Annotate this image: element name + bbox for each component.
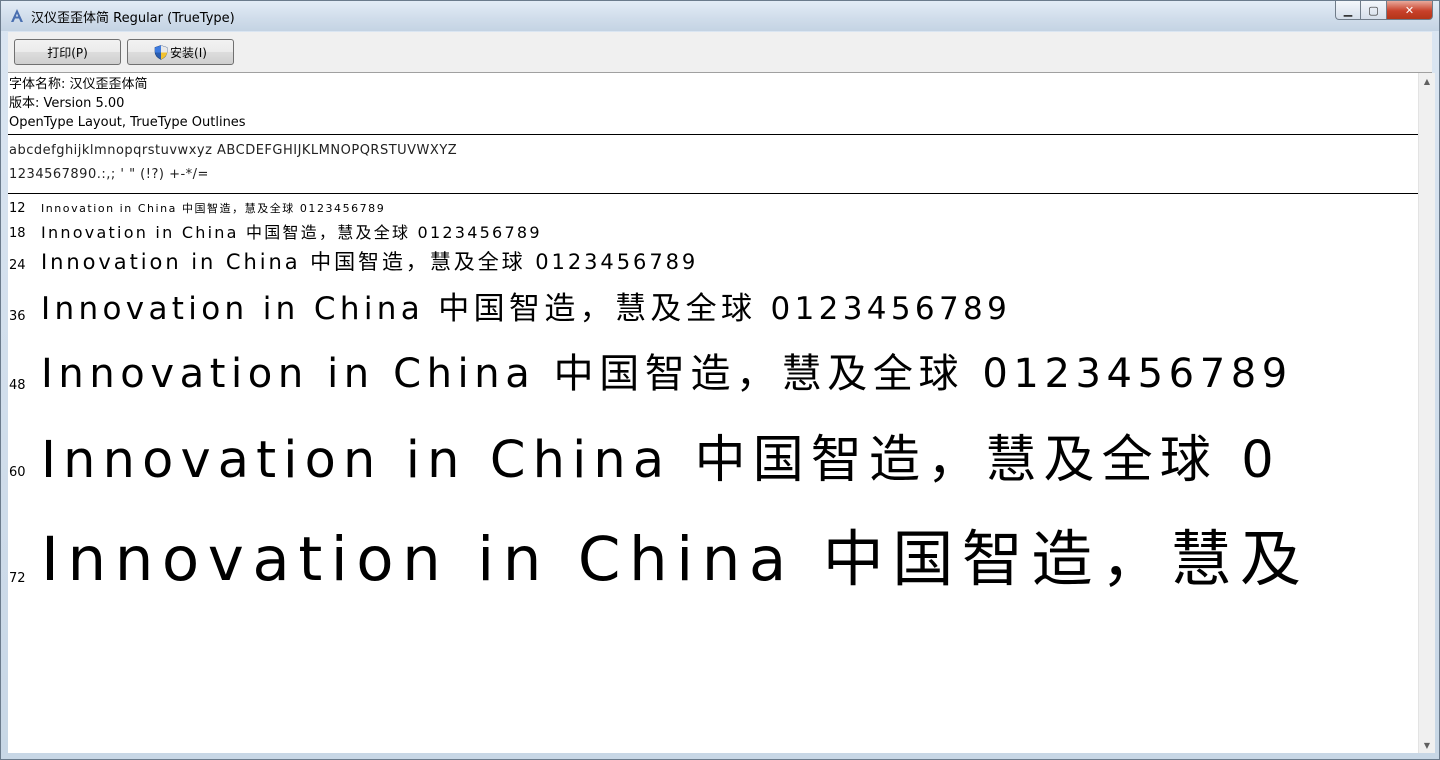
sample-text: Innovation in China 中国智造，慧及全球 0123456789 bbox=[41, 351, 1293, 397]
sample-size-label: 72 bbox=[9, 571, 26, 586]
toolbar: 打印(P) 安装(I) bbox=[8, 32, 1432, 73]
maximize-button[interactable]: ▢ bbox=[1361, 1, 1387, 20]
charset-symbols: 1234567890.:,; ' " (!?) +-*/= bbox=[9, 167, 209, 182]
window-title: 汉仪歪歪体简 Regular (TrueType) bbox=[31, 11, 235, 26]
window-controls: ▁ ▢ ✕ bbox=[1335, 1, 1433, 21]
font-info: 字体名称: 汉仪歪歪体简 版本: Version 5.00 OpenType L… bbox=[9, 75, 246, 132]
sample-text: Innovation in China 中国智造，慧及全球 0123456789 bbox=[41, 250, 699, 274]
sample-text: Innovation in China 中国智造，慧及全球 0123456789 bbox=[41, 202, 386, 215]
sample-text: Innovation in China 中国智造，慧及全球 0123456789 bbox=[41, 291, 1012, 327]
print-button[interactable]: 打印(P) bbox=[14, 39, 121, 65]
title-bar[interactable]: 汉仪歪歪体简 Regular (TrueType) ▁ ▢ ✕ bbox=[1, 1, 1439, 31]
vertical-scrollbar[interactable]: ▲ ▼ bbox=[1418, 73, 1435, 753]
minimize-button[interactable]: ▁ bbox=[1335, 1, 1361, 20]
close-icon: ✕ bbox=[1404, 3, 1415, 17]
install-button-label: 安装(I) bbox=[170, 45, 207, 60]
sample-size-label: 36 bbox=[9, 309, 26, 324]
font-version-line: 版本: Version 5.00 bbox=[9, 96, 125, 111]
uac-shield-icon bbox=[154, 44, 168, 60]
sample-size-label: 60 bbox=[9, 465, 26, 480]
install-button[interactable]: 安装(I) bbox=[127, 39, 234, 65]
sample-size-label: 18 bbox=[9, 226, 26, 241]
font-type-line: OpenType Layout, TrueType Outlines bbox=[9, 115, 246, 130]
divider bbox=[8, 134, 1418, 135]
font-viewer-window: 汉仪歪歪体简 Regular (TrueType) ▁ ▢ ✕ 打印(P) 安装 bbox=[0, 0, 1440, 760]
sample-size-label: 48 bbox=[9, 378, 26, 393]
font-preview-area: 字体名称: 汉仪歪歪体简 版本: Version 5.00 OpenType L… bbox=[8, 73, 1418, 753]
print-button-label: 打印(P) bbox=[47, 45, 88, 60]
sample-size-label: 12 bbox=[9, 201, 26, 216]
sample-text: Innovation in China 中国智造，慧及全球 0 bbox=[41, 431, 1281, 490]
charset-letters: abcdefghijklmnopqrstuvwxyz ABCDEFGHIJKLM… bbox=[9, 143, 458, 158]
maximize-icon: ▢ bbox=[1368, 3, 1379, 17]
close-button[interactable]: ✕ bbox=[1387, 1, 1433, 20]
scroll-up-icon[interactable]: ▲ bbox=[1419, 73, 1435, 89]
sample-text: Innovation in China 中国智造，慧及全球 0123456789 bbox=[41, 223, 542, 242]
divider bbox=[8, 193, 1418, 194]
minimize-icon: ▁ bbox=[1343, 3, 1353, 17]
sample-text: Innovation in China 中国智造，慧及 bbox=[41, 524, 1310, 595]
sample-size-label: 24 bbox=[9, 258, 26, 273]
font-name-line: 字体名称: 汉仪歪歪体简 bbox=[9, 77, 148, 92]
font-viewer-icon bbox=[11, 9, 23, 22]
scroll-down-icon[interactable]: ▼ bbox=[1419, 737, 1435, 753]
